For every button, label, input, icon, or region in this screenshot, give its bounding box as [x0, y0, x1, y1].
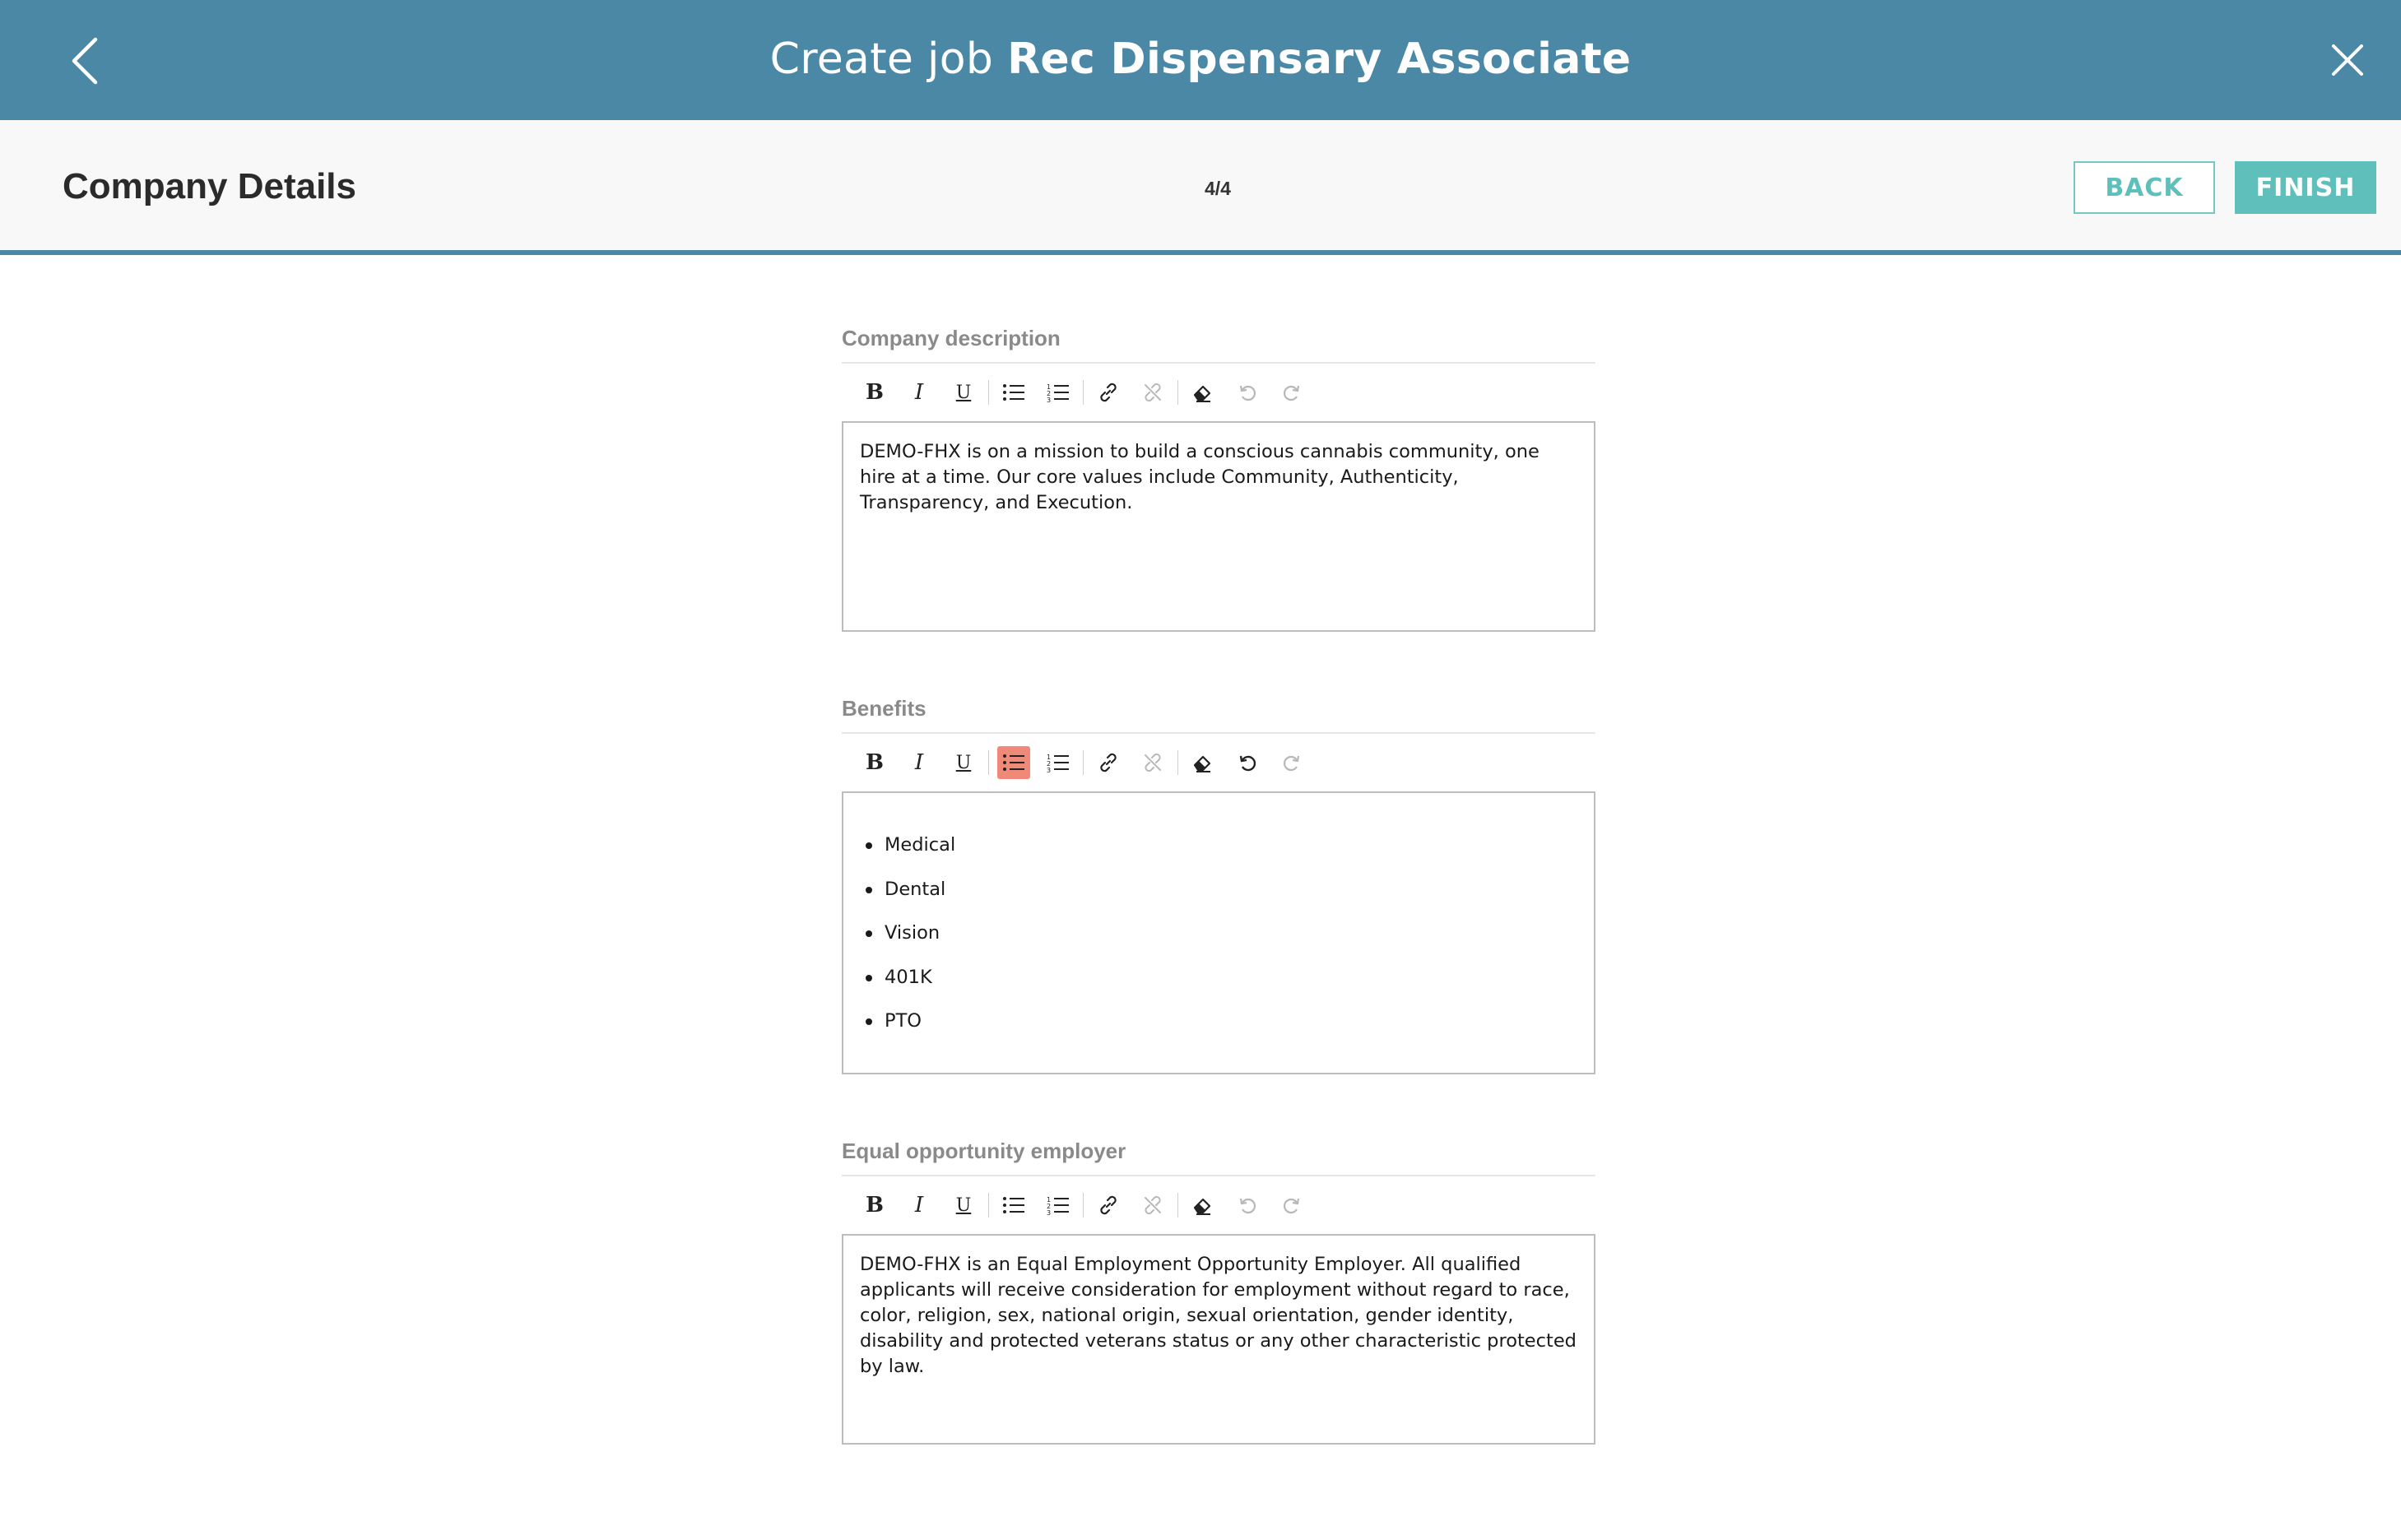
- redo-icon[interactable]: [1275, 746, 1308, 779]
- toolbar-divider: [1177, 750, 1178, 775]
- svg-text:3: 3: [1047, 397, 1051, 402]
- bullet-list-icon[interactable]: [997, 746, 1030, 779]
- italic-button[interactable]: I: [903, 746, 936, 779]
- top-bar: Create job Rec Dispensary Associate: [0, 0, 2401, 120]
- editor-toolbar: B I U 123: [842, 1175, 1595, 1234]
- benefits-editor[interactable]: Medical Dental Vision 401K PTO: [842, 791, 1595, 1074]
- list-item: Medical: [866, 833, 1577, 877]
- numbered-list-icon[interactable]: 123: [1042, 746, 1075, 779]
- bold-button[interactable]: B: [858, 376, 891, 409]
- page-title: Create job Rec Dispensary Associate: [0, 30, 2401, 89]
- underline-button[interactable]: U: [947, 1189, 980, 1222]
- equal-opportunity-label: Equal opportunity employer: [842, 1139, 1126, 1163]
- bullet-list-icon[interactable]: [997, 1189, 1030, 1222]
- close-icon[interactable]: [2329, 41, 2366, 79]
- step-indicator: 4/4: [1205, 178, 1231, 199]
- editor-toolbar: B I U 123: [842, 732, 1595, 791]
- editor-toolbar: B I U 123: [842, 362, 1595, 421]
- undo-icon[interactable]: [1231, 1189, 1264, 1222]
- bullet-list-icon[interactable]: [997, 376, 1030, 409]
- equal-opportunity-editor[interactable]: DEMO-FHX is an Equal Employment Opportun…: [842, 1234, 1595, 1445]
- job-title: Rec Dispensary Associate: [1007, 35, 1632, 84]
- toolbar-divider: [1177, 380, 1178, 405]
- bold-button[interactable]: B: [858, 746, 891, 779]
- undo-icon[interactable]: [1231, 376, 1264, 409]
- unlink-icon[interactable]: [1136, 746, 1169, 779]
- company-description-text: DEMO-FHX is on a mission to build a cons…: [860, 441, 1540, 513]
- eraser-icon[interactable]: [1187, 1189, 1219, 1222]
- equal-opportunity-text: DEMO-FHX is an Equal Employment Opportun…: [860, 1254, 1577, 1377]
- eraser-icon[interactable]: [1187, 376, 1219, 409]
- finish-button[interactable]: FINISH: [2235, 161, 2376, 214]
- redo-icon[interactable]: [1275, 1189, 1308, 1222]
- section-title: Company Details: [63, 166, 356, 206]
- underline-button[interactable]: U: [947, 746, 980, 779]
- link-icon[interactable]: [1092, 376, 1125, 409]
- benefits-list: Medical Dental Vision 401K PTO: [860, 833, 1577, 1053]
- company-description-label: Company description: [842, 326, 1061, 350]
- underline-button[interactable]: U: [947, 376, 980, 409]
- toolbar-divider: [988, 1193, 989, 1218]
- svg-text:3: 3: [1047, 1209, 1051, 1215]
- svg-text:3: 3: [1047, 767, 1051, 772]
- benefits-section: Benefits B I U 123 Medical Dental Vision…: [842, 696, 1595, 1074]
- list-item: PTO: [866, 1009, 1577, 1053]
- link-icon[interactable]: [1092, 746, 1125, 779]
- numbered-list-icon[interactable]: 123: [1042, 376, 1075, 409]
- italic-button[interactable]: I: [903, 1189, 936, 1222]
- unlink-icon[interactable]: [1136, 376, 1169, 409]
- redo-icon[interactable]: [1275, 376, 1308, 409]
- title-prefix: Create job: [769, 35, 994, 84]
- toolbar-divider: [988, 750, 989, 775]
- toolbar-divider: [1083, 1193, 1084, 1218]
- company-description-section: Company description B I U 123 DEMO-FHX i…: [842, 326, 1595, 632]
- step-header: Company Details 4/4 BACK FINISH: [0, 120, 2401, 255]
- toolbar-divider: [1083, 750, 1084, 775]
- company-description-editor[interactable]: DEMO-FHX is on a mission to build a cons…: [842, 421, 1595, 632]
- list-item: Dental: [866, 877, 1577, 921]
- equal-opportunity-section: Equal opportunity employer B I U 123 DEM…: [842, 1139, 1595, 1445]
- numbered-list-icon[interactable]: 123: [1042, 1189, 1075, 1222]
- toolbar-divider: [988, 380, 989, 405]
- eraser-icon[interactable]: [1187, 746, 1219, 779]
- list-item: 401K: [866, 965, 1577, 1009]
- unlink-icon[interactable]: [1136, 1189, 1169, 1222]
- list-item: Vision: [866, 921, 1577, 965]
- link-icon[interactable]: [1092, 1189, 1125, 1222]
- benefits-label: Benefits: [842, 696, 926, 721]
- bold-button[interactable]: B: [858, 1189, 891, 1222]
- toolbar-divider: [1177, 1193, 1178, 1218]
- back-button[interactable]: BACK: [2074, 161, 2215, 214]
- italic-button[interactable]: I: [903, 376, 936, 409]
- toolbar-divider: [1083, 380, 1084, 405]
- undo-icon[interactable]: [1231, 746, 1264, 779]
